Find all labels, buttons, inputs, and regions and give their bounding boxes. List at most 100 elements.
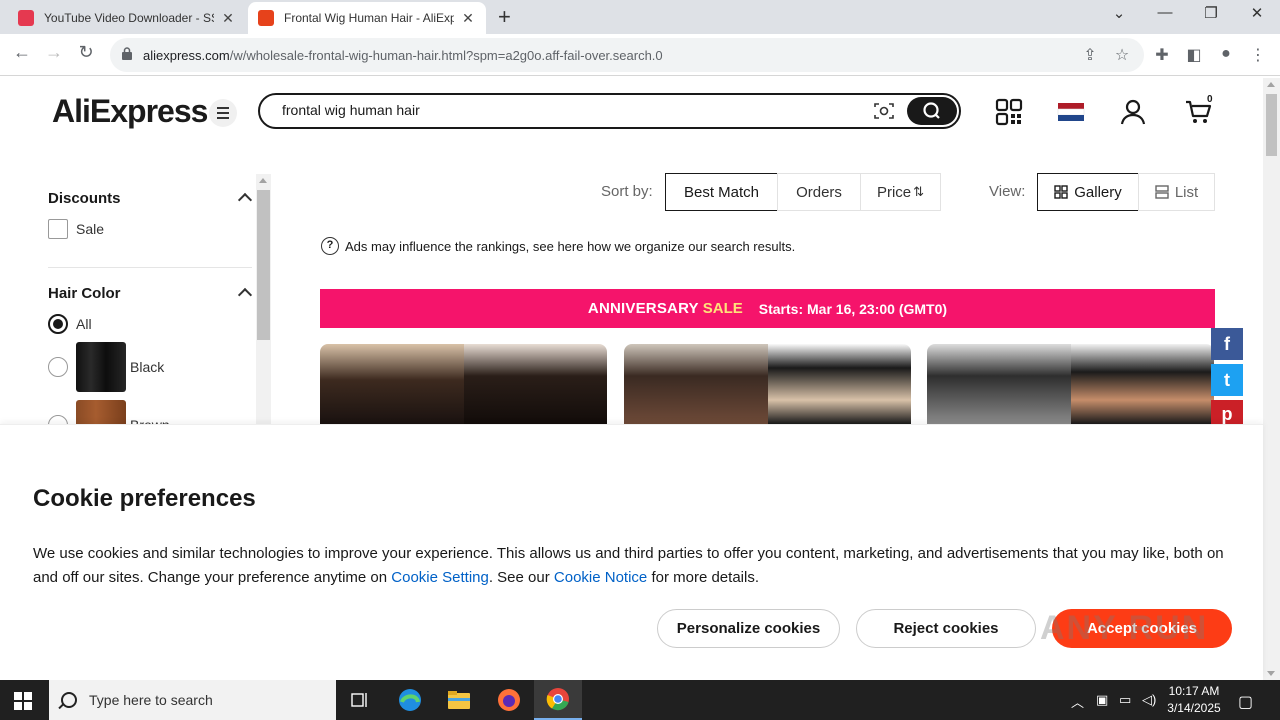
bookmark-star-icon[interactable]: ☆ <box>1111 45 1133 65</box>
divider <box>48 267 252 268</box>
new-tab-button[interactable]: + <box>498 6 511 28</box>
qr-code-icon[interactable] <box>994 97 1024 127</box>
product-image-left <box>624 344 768 424</box>
search-icon <box>923 102 940 119</box>
list-icon <box>1155 185 1169 199</box>
taskbar-search-box[interactable]: Type here to search <box>49 680 336 720</box>
pinterest-share-icon[interactable]: p <box>1211 400 1243 424</box>
search-button[interactable] <box>907 97 957 125</box>
discounts-title: Discounts <box>48 190 121 207</box>
tab-title: Frontal Wig Human Hair - AliExp <box>284 11 454 25</box>
question-help-icon[interactable]: ? <box>321 237 339 255</box>
scroll-down-arrow-icon[interactable] <box>1267 671 1275 676</box>
address-bar[interactable]: aliexpress.com/w/wholesale-frontal-wig-h… <box>110 38 1144 72</box>
cart-button[interactable]: 0 <box>1184 94 1218 127</box>
view-list-button[interactable]: List <box>1138 173 1215 211</box>
product-image-left <box>927 344 1071 424</box>
close-window-button[interactable]: ✕ <box>1243 4 1271 22</box>
volume-icon[interactable]: ◁) <box>1142 692 1156 708</box>
sort-best-match-button[interactable]: Best Match <box>665 173 778 211</box>
extensions-puzzle-icon[interactable]: ✚ <box>1151 45 1173 65</box>
scroll-up-arrow-icon[interactable] <box>1267 82 1275 87</box>
reload-icon[interactable]: ↻ <box>74 42 98 63</box>
black-hair-swatch[interactable] <box>76 342 126 392</box>
filter-sidebar: Discounts Sale Hair Color All Black Brow… <box>0 174 272 450</box>
scrollbar-thumb[interactable] <box>1266 94 1277 156</box>
sale-label: Sale <box>76 221 105 237</box>
view-gallery-button[interactable]: Gallery <box>1037 173 1139 211</box>
sort-by-label: Sort by: <box>601 183 653 200</box>
aliexpress-logo[interactable]: AliExpress <box>52 93 208 130</box>
page-scrollbar[interactable] <box>1263 78 1280 680</box>
personalize-cookies-button[interactable]: Personalize cookies <box>657 609 840 648</box>
sort-price-label: Price <box>876 183 912 201</box>
banner-anniversary: ANNIVERSARY <box>587 300 699 317</box>
cookie-notice-link[interactable]: Cookie Notice <box>554 569 647 586</box>
scroll-up-arrow-icon[interactable] <box>259 178 267 183</box>
product-card-3[interactable] <box>927 344 1214 424</box>
categories-menu-icon[interactable] <box>209 99 237 127</box>
chrome-icon[interactable] <box>534 680 582 720</box>
collapse-chevron-up-icon[interactable] <box>237 287 253 303</box>
notifications-icon[interactable]: ▢ <box>1238 692 1253 712</box>
sale-checkbox[interactable] <box>48 219 68 239</box>
product-card-1[interactable] <box>320 344 607 424</box>
system-clock[interactable]: 10:17 AM 3/14/2025 <box>1158 683 1230 717</box>
color-radio-black[interactable] <box>48 357 68 377</box>
browser-menu-icon[interactable]: ⋮ <box>1247 45 1269 65</box>
product-image-left <box>320 344 464 424</box>
youtube-downloader-favicon-icon <box>18 10 34 26</box>
account-user-icon[interactable] <box>1118 97 1148 127</box>
search-magnifier-icon <box>61 692 77 708</box>
cookie-title: Cookie preferences <box>33 485 256 512</box>
product-image-right <box>767 344 911 424</box>
firefox-icon[interactable] <box>485 680 533 720</box>
file-explorer-icon[interactable] <box>435 680 483 720</box>
cookie-setting-link[interactable]: Cookie Setting <box>391 569 489 586</box>
collapse-chevron-up-icon[interactable] <box>237 192 253 208</box>
share-icon[interactable]: ⇪ <box>1079 45 1101 65</box>
sidebar-scrollbar[interactable] <box>256 174 271 424</box>
tab-youtube-downloader[interactable]: YouTube Video Downloader - SSY ✕ <box>8 2 246 34</box>
tab-search-icon[interactable]: ⌄ <box>1105 4 1133 22</box>
cookie-preferences-panel: Cookie preferences We use cookies and si… <box>0 424 1263 680</box>
tray-device-icon[interactable]: ▣ <box>1096 692 1108 708</box>
reject-cookies-button[interactable]: Reject cookies <box>856 609 1036 648</box>
sort-arrows-icon: ⇅ <box>913 184 925 199</box>
color-label-all: All <box>76 316 92 332</box>
anniversary-sale-banner[interactable]: ANNIVERSARY SALE Starts: Mar 16, 23:00 (… <box>320 289 1215 328</box>
product-card-2[interactable] <box>624 344 911 424</box>
accept-cookies-button[interactable]: Accept cookies <box>1052 609 1232 648</box>
search-input[interactable] <box>282 102 842 118</box>
browser-toolbar: ← → ↻ aliexpress.com/w/wholesale-frontal… <box>0 34 1280 76</box>
minimize-button[interactable]: — <box>1151 4 1179 21</box>
windows-start-icon[interactable] <box>14 692 32 710</box>
network-icon[interactable]: ▭ <box>1119 692 1131 708</box>
clock-time: 10:17 AM <box>1168 684 1220 698</box>
color-radio-all[interactable] <box>48 314 68 334</box>
tab-aliexpress[interactable]: Frontal Wig Human Hair - AliExp ✕ <box>248 2 486 34</box>
tab-close-icon[interactable]: ✕ <box>460 10 476 27</box>
profile-avatar-icon[interactable]: ● <box>1215 45 1237 63</box>
tab-title: YouTube Video Downloader - SSY <box>44 11 214 25</box>
browser-tab-bar: YouTube Video Downloader - SSY ✕ Frontal… <box>0 0 1280 34</box>
netherlands-flag-icon[interactable] <box>1056 97 1086 127</box>
scrollbar-thumb[interactable] <box>257 190 270 340</box>
restore-button[interactable]: ❐ <box>1197 4 1225 22</box>
edge-browser-icon[interactable] <box>386 680 434 720</box>
tab-close-icon[interactable]: ✕ <box>220 10 236 27</box>
taskbar-search-placeholder: Type here to search <box>89 692 213 708</box>
forward-arrow-icon[interactable]: → <box>42 42 66 63</box>
twitter-share-icon[interactable]: t <box>1211 364 1243 396</box>
sort-price-button[interactable]: Price ⇅ <box>860 173 941 211</box>
image-search-camera-icon[interactable] <box>874 102 894 120</box>
ads-notice[interactable]: ? Ads may influence the rankings, see he… <box>321 237 795 255</box>
clock-date: 3/14/2025 <box>1167 701 1221 715</box>
task-view-icon[interactable] <box>336 680 384 720</box>
sort-orders-button[interactable]: Orders <box>777 173 861 211</box>
tray-overflow-chevron-icon[interactable]: ︿ <box>1071 692 1084 711</box>
aliexpress-favicon-icon <box>258 10 274 26</box>
side-panel-icon[interactable]: ◧ <box>1183 45 1205 65</box>
facebook-share-icon[interactable]: f <box>1211 328 1243 360</box>
back-arrow-icon[interactable]: ← <box>10 42 34 63</box>
